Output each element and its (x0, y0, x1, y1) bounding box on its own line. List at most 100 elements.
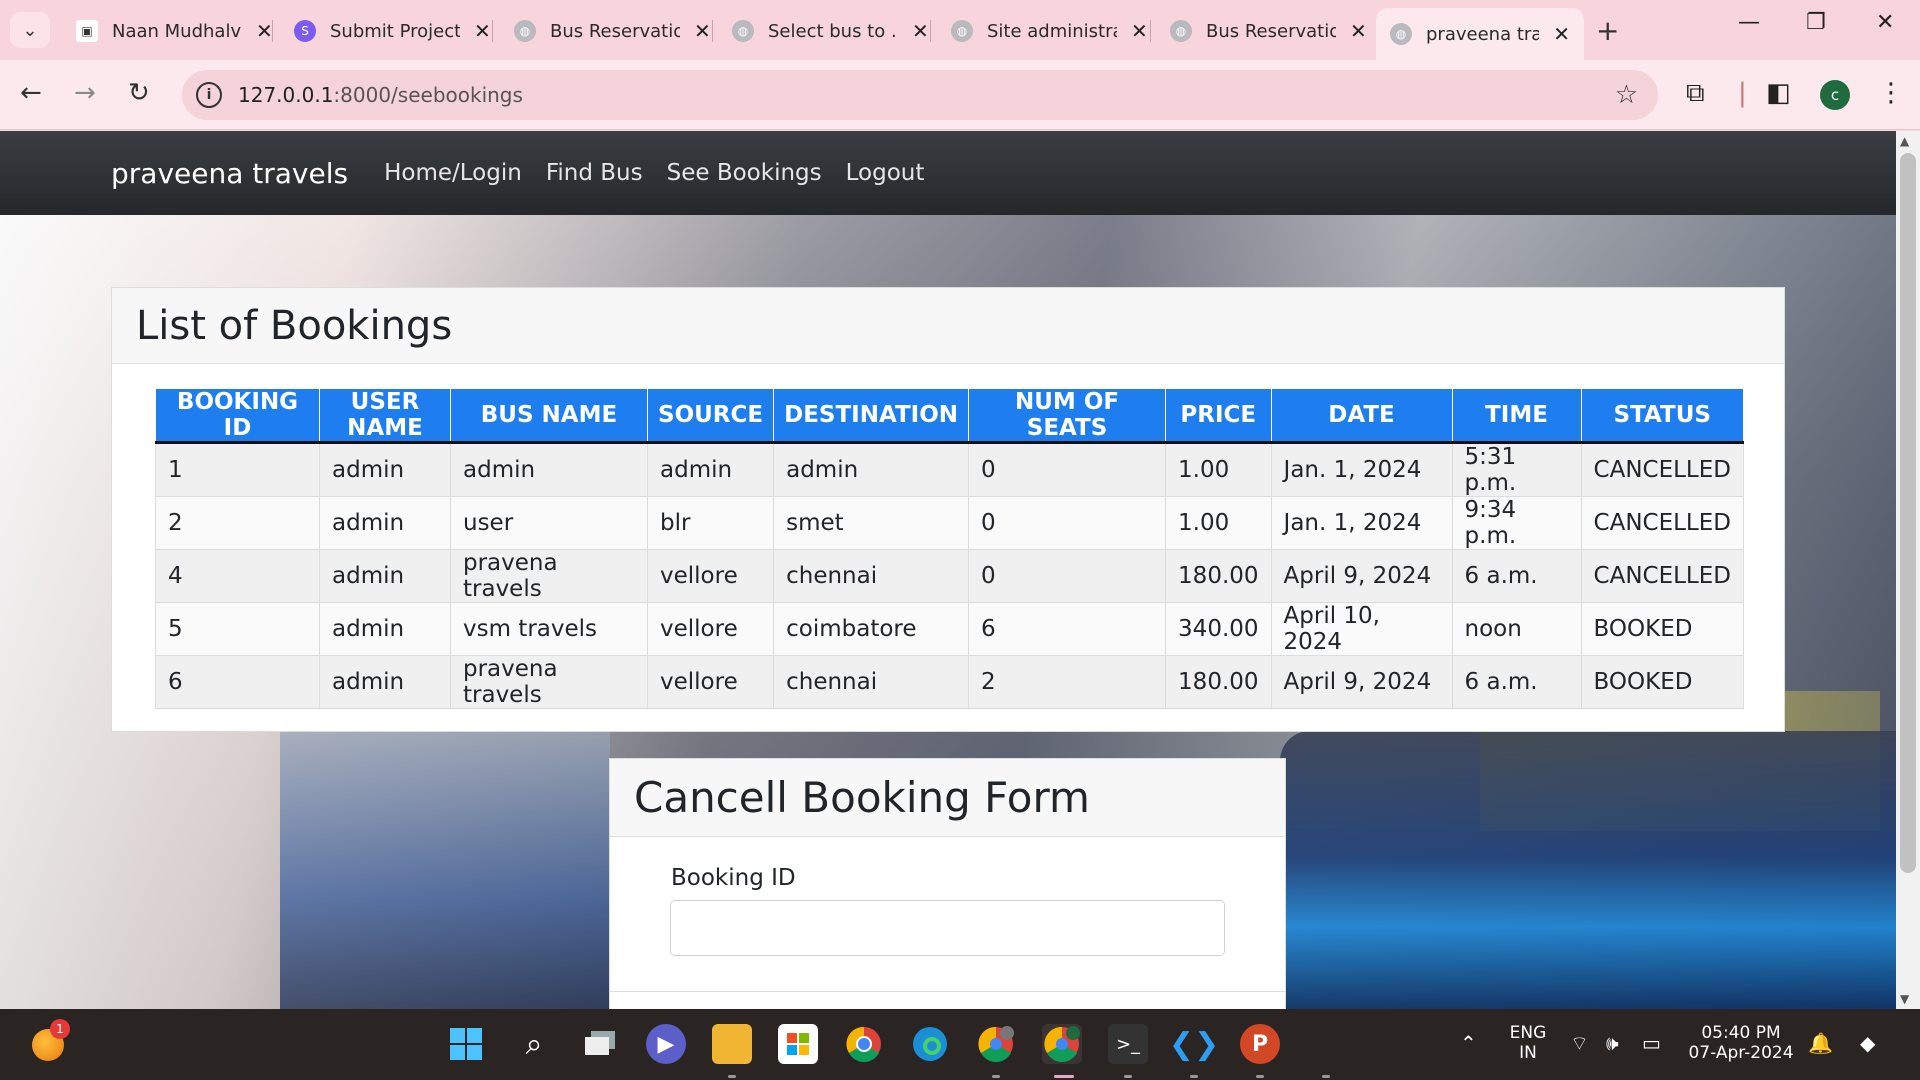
search-icon[interactable]: ⌕ (514, 1024, 554, 1064)
tab-bus-reservation-2[interactable]: ◍ Bus Reservation ✕ (1156, 10, 1381, 52)
tab-separator (272, 20, 273, 42)
nav-see-bookings[interactable]: See Bookings (667, 160, 822, 186)
tab-separator (712, 20, 713, 42)
side-panel-icon[interactable]: ◧ (1766, 78, 1791, 108)
table-cell: 6 a.m. (1451, 549, 1582, 603)
table-cell: chennai (773, 655, 970, 709)
site-navbar: praveena travels Home/Login Find Bus See… (0, 131, 1896, 215)
windows-start-icon[interactable] (446, 1024, 486, 1064)
column-header: STATUS (1580, 388, 1745, 444)
chevron-up-icon[interactable]: ⌃ (1460, 1031, 1477, 1055)
column-header: SOURCE (646, 388, 775, 444)
table-row: 5 admin vsm travels vellore coimbatore 6… (155, 602, 1745, 656)
terminal-icon[interactable]: >_ (1108, 1024, 1148, 1064)
booking-id-input[interactable] (670, 900, 1225, 956)
close-icon[interactable]: ✕ (474, 19, 491, 43)
column-header: DESTINATION (773, 388, 970, 444)
restore-window-icon[interactable]: ❐ (1806, 10, 1826, 35)
edge-icon[interactable] (910, 1024, 950, 1064)
forward-arrow-icon[interactable]: → (74, 78, 96, 108)
powerpoint-icon[interactable]: P (1240, 1024, 1280, 1064)
url-text[interactable]: 127.0.0.1:8000/seebookings (238, 83, 523, 107)
chrome-profile-c-icon[interactable] (1042, 1024, 1082, 1064)
clock[interactable]: 05:40 PM 07-Apr-2024 (1686, 1023, 1796, 1063)
file-explorer-icon[interactable] (712, 1024, 752, 1064)
bookings-table: BOOKING ID USER NAME BUS NAME SOURCE DES… (155, 388, 1745, 709)
vscode-icon[interactable]: ❮❯ (1169, 1024, 1219, 1064)
close-icon[interactable]: ✕ (1131, 19, 1148, 43)
address-bar[interactable]: i 127.0.0.1:8000/seebookings ☆ (182, 70, 1658, 120)
minimize-icon[interactable]: — (1738, 10, 1760, 35)
page-scrollbar-thumb[interactable] (1900, 153, 1916, 873)
tab-site-administration[interactable]: ◍ Site administration ✕ (937, 10, 1162, 52)
tab-praveena-travels[interactable]: ◍ praveena travels ✕ (1376, 8, 1584, 60)
running-indicator (1124, 1075, 1132, 1078)
page-viewport: praveena travels Home/Login Find Bus See… (0, 131, 1896, 1009)
table-cell: admin (450, 442, 648, 497)
back-arrow-icon[interactable]: ← (20, 78, 42, 108)
volume-icon[interactable]: 🕪 (1606, 1031, 1619, 1055)
column-header: USER NAME (319, 388, 451, 444)
table-cell: noon (1451, 602, 1582, 656)
wifi-icon[interactable]: ⌔ (1570, 1031, 1589, 1056)
nav-find-bus[interactable]: Find Bus (546, 160, 643, 186)
tab-submit-project[interactable]: S Submit Project ✕ (280, 10, 505, 52)
reload-icon[interactable]: ↻ (128, 78, 150, 108)
scroll-down-arrow-icon[interactable]: ▼ (1900, 992, 1909, 1006)
url-path: :8000/seebookings (333, 83, 523, 107)
table-cell: 0 (968, 549, 1167, 603)
task-view-icon[interactable] (580, 1024, 620, 1064)
table-cell: 340.00 (1165, 602, 1272, 656)
table-cell: 6 a.m. (1451, 655, 1582, 709)
tab-separator (930, 20, 931, 42)
close-icon[interactable]: ✕ (1553, 22, 1570, 46)
microsoft-store-icon[interactable] (778, 1024, 818, 1064)
table-cell: admin (319, 442, 451, 497)
new-tab-plus-icon[interactable]: + (1596, 14, 1619, 47)
table-cell: 180.00 (1165, 655, 1272, 709)
nav-logout[interactable]: Logout (846, 160, 925, 186)
tab-search-button[interactable]: ⌄ (10, 12, 50, 48)
scroll-up-arrow-icon[interactable]: ▲ (1900, 134, 1909, 148)
cancel-booking-card: Cancell Booking Form Booking ID (609, 758, 1286, 1009)
extensions-puzzle-icon[interactable]: ⧉ (1686, 78, 1705, 109)
battery-icon[interactable]: ▭ (1642, 1031, 1661, 1055)
table-cell: admin (319, 496, 451, 550)
language-indicator[interactable]: ENG IN (1500, 1023, 1556, 1063)
bookings-title: List of Bookings (136, 302, 453, 349)
table-cell: smet (773, 496, 970, 550)
windows-taskbar: 1 ⌕ ▶ >_ ❮❯ P ⌃ ENG IN ⌔ 🕪 ▭ 05:40 PM 07… (0, 1009, 1920, 1080)
chrome-icon[interactable] (844, 1024, 884, 1064)
table-cell: vellore (646, 655, 775, 709)
profile-avatar[interactable]: c (1820, 80, 1850, 110)
table-cell: pravena travels (450, 549, 648, 603)
site-info-icon[interactable]: i (196, 82, 222, 108)
cancel-form-title: Cancell Booking Form (634, 773, 1090, 822)
tab-title: Site administration (987, 20, 1117, 42)
url-host: 127.0.0.1 (238, 83, 334, 107)
tab-select-bus[interactable]: ◍ Select bus to ... ✕ (718, 10, 943, 52)
notification-bell-icon[interactable]: 🔔 (1808, 1031, 1833, 1055)
teams-chat-icon[interactable]: ▶ (646, 1024, 686, 1064)
table-cell: April 9, 2024 (1270, 655, 1453, 709)
tab-bus-reservation-1[interactable]: ◍ Bus Reservation ✕ (500, 10, 725, 52)
tab-naan-mudhalvan[interactable]: ▣ Naan Mudhalvan ✕ (62, 10, 287, 52)
close-icon[interactable]: ✕ (912, 19, 929, 43)
globe-icon: ◍ (1390, 23, 1412, 45)
copilot-icon[interactable]: ◆ (1860, 1031, 1875, 1055)
chrome-profile-m-icon[interactable] (976, 1024, 1016, 1064)
close-icon[interactable]: ✕ (256, 19, 273, 43)
close-icon[interactable]: ✕ (694, 19, 711, 43)
more-menu-icon[interactable]: ⋮ (1878, 78, 1904, 108)
bookmark-star-icon[interactable]: ☆ (1615, 80, 1638, 110)
close-window-icon[interactable]: ✕ (1876, 10, 1894, 35)
nav-home-login[interactable]: Home/Login (384, 160, 522, 186)
table-cell: pravena travels (450, 655, 648, 709)
close-icon[interactable]: ✕ (1350, 19, 1367, 43)
language-code: ENG (1509, 1023, 1547, 1043)
site-brand[interactable]: praveena travels (111, 157, 348, 190)
active-indicator (1054, 1075, 1074, 1078)
globe-icon: ◍ (732, 20, 754, 42)
table-cell: 4 (155, 549, 320, 603)
running-indicator (1190, 1075, 1198, 1078)
